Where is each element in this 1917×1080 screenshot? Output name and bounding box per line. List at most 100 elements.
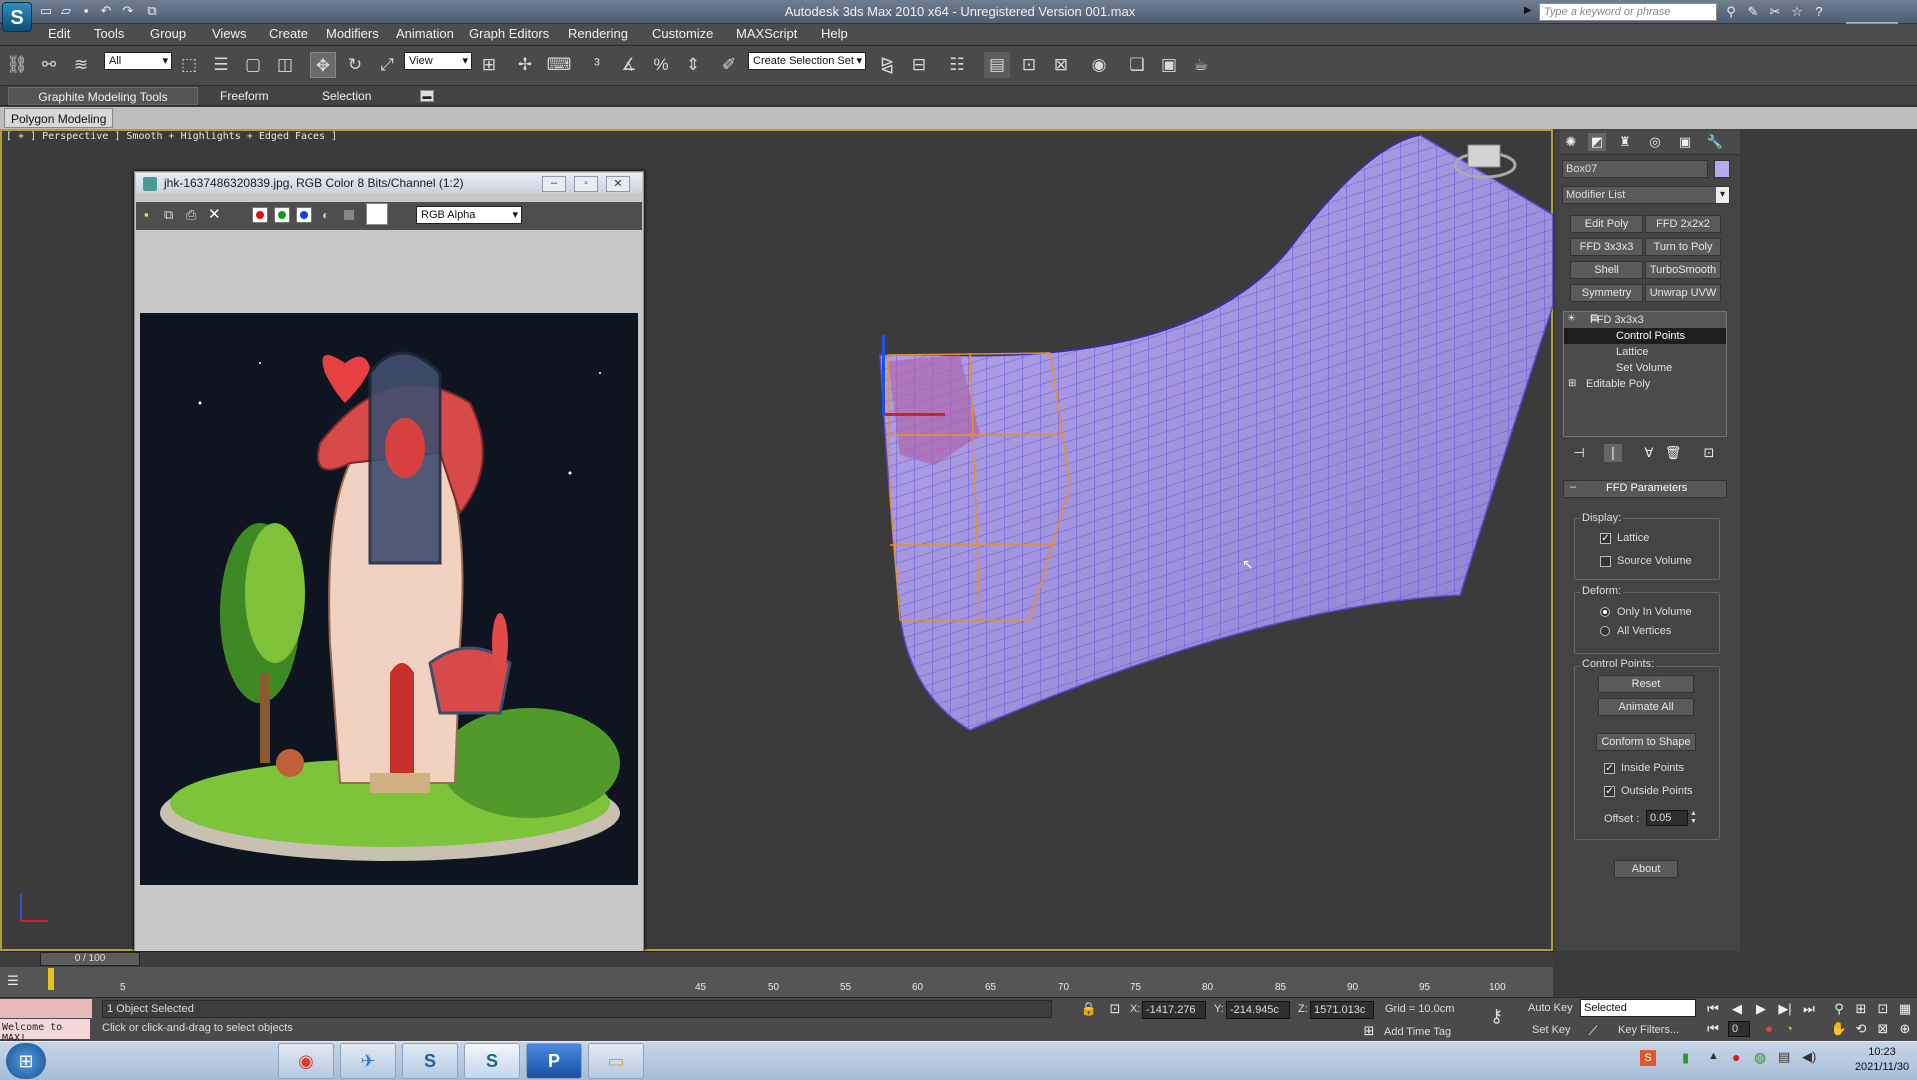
auto-key-button[interactable]: Auto Key: [1528, 1002, 1573, 1014]
conform-to-shape-button[interactable]: Conform to Shape: [1596, 733, 1696, 751]
green-channel-toggle[interactable]: [274, 207, 290, 223]
tab-polygon-modeling[interactable]: Polygon Modeling: [4, 108, 114, 128]
select-and-manipulate-icon[interactable]: ✢: [512, 52, 538, 78]
menu-customize[interactable]: Customize: [652, 26, 713, 41]
configure-sets-icon[interactable]: ⊡: [1700, 444, 1718, 462]
monochrome-icon[interactable]: ◐: [322, 208, 329, 222]
material-editor-icon[interactable]: ◉: [1086, 52, 1112, 78]
help-icon[interactable]: ?: [1810, 3, 1828, 21]
outside-points-checkbox[interactable]: ✓: [1604, 786, 1615, 797]
object-name-field[interactable]: Box07: [1562, 160, 1708, 178]
current-frame-field[interactable]: 0: [1728, 1021, 1750, 1037]
pan-icon[interactable]: ✋: [1830, 1020, 1848, 1038]
modifier-button-turbosmooth[interactable]: TurboSmooth: [1645, 261, 1721, 279]
about-button[interactable]: About: [1614, 860, 1678, 878]
selection-lock-icon[interactable]: 🔒: [1080, 1000, 1098, 1018]
next-frame-icon[interactable]: ▶|: [1776, 1000, 1794, 1018]
motion-tab-icon[interactable]: ◎: [1646, 133, 1664, 151]
tray-input-method-icon[interactable]: S: [1640, 1050, 1656, 1066]
set-key-button[interactable]: Set Key: [1532, 1024, 1571, 1036]
remove-modifier-icon[interactable]: 🗑: [1664, 444, 1682, 462]
default-tangent-icon[interactable]: ⟋: [1584, 1022, 1602, 1040]
create-tab-icon[interactable]: ✺: [1562, 133, 1580, 151]
minimize-button[interactable]: –: [542, 176, 566, 192]
clear-icon[interactable]: ✕: [208, 205, 221, 223]
tray-record-icon[interactable]: ●: [1732, 1049, 1740, 1065]
clone-window-icon[interactable]: ⧉: [164, 207, 173, 223]
taskbar-feiq-icon[interactable]: ✈: [340, 1043, 396, 1079]
play-icon[interactable]: ▶: [1752, 1000, 1770, 1018]
hierarchy-tab-icon[interactable]: ♜: [1616, 133, 1634, 151]
red-channel-toggle[interactable]: [252, 207, 268, 223]
taskbar-clock[interactable]: 10:23 2021/11/30: [1852, 1045, 1912, 1075]
image-window-title[interactable]: jhk-1637486320839.jpg, RGB Color 8 Bits/…: [136, 173, 642, 193]
inside-points-checkbox[interactable]: ✓: [1604, 763, 1615, 774]
maxscript-mini-listener[interactable]: Welcome to MAX!: [0, 1019, 90, 1044]
x-coordinate-field[interactable]: -1417.276: [1142, 1001, 1206, 1019]
source-volume-checkbox[interactable]: [1600, 556, 1611, 567]
orbit-icon[interactable]: ⟲: [1852, 1020, 1870, 1038]
walk-through-icon[interactable]: ⊕: [1896, 1020, 1914, 1038]
maximize-button[interactable]: ▫: [574, 176, 598, 192]
communication-icon[interactable]: ✎: [1744, 3, 1762, 21]
open-mini-curve-editor-icon[interactable]: ☰: [4, 972, 22, 990]
modify-tab-icon[interactable]: ◩: [1588, 133, 1606, 151]
object-color-swatch[interactable]: [1714, 160, 1730, 178]
only-in-volume-radio[interactable]: [1600, 607, 1610, 617]
z-coordinate-field[interactable]: 1571.013c: [1310, 1001, 1374, 1019]
select-and-rotate-icon[interactable]: ↻: [342, 52, 368, 78]
offset-spinner[interactable]: ▲ ▼: [1690, 810, 1700, 826]
modifier-button-turn-to-poly[interactable]: Turn to Poly: [1645, 238, 1721, 256]
key-mode-toggle-icon[interactable]: ⏮: [1704, 1020, 1722, 1038]
key-filters-button[interactable]: Key Filters...: [1618, 1024, 1679, 1036]
select-object-icon[interactable]: ⬚: [176, 52, 202, 78]
alpha-toggle[interactable]: [344, 210, 354, 220]
offset-input[interactable]: 0.05: [1646, 810, 1688, 826]
modifier-button-ffd-3x3x3[interactable]: FFD 3x3x3: [1570, 238, 1643, 256]
zoom-icon[interactable]: ⚲: [1830, 1000, 1848, 1018]
lightbulb-icon[interactable]: ☀: [1567, 313, 1576, 324]
tab-selection[interactable]: Selection: [316, 87, 377, 105]
stack-item-lattice[interactable]: Lattice: [1564, 344, 1726, 360]
key-mode-dropdown[interactable]: Selected: [1580, 999, 1696, 1017]
stack-item-editable-poly[interactable]: Editable Poly: [1564, 376, 1726, 392]
save-image-icon[interactable]: ▪: [144, 207, 149, 222]
favorites-star-icon[interactable]: ☆: [1788, 3, 1806, 21]
mirror-icon[interactable]: ⧎: [874, 52, 900, 78]
print-icon[interactable]: ⎙: [186, 207, 196, 223]
tray-volume-icon[interactable]: ◀): [1802, 1049, 1816, 1065]
selection-filter-dropdown[interactable]: All: [104, 52, 172, 70]
display-tab-icon[interactable]: ▣: [1676, 133, 1694, 151]
collapse-minus-icon[interactable]: ⊟: [1590, 313, 1598, 324]
viewport-label[interactable]: [ + ] Perspective ] Smooth + Highlights …: [6, 131, 337, 142]
select-and-move-icon[interactable]: ✥: [310, 52, 336, 78]
modifier-button-ffd-2x2x2[interactable]: FFD 2x2x2: [1645, 215, 1721, 233]
modifier-button-shell[interactable]: Shell: [1570, 261, 1643, 279]
menu-edit[interactable]: Edit: [48, 26, 70, 41]
menu-maxscript[interactable]: MAXScript: [736, 26, 797, 41]
tray-network-icon[interactable]: ▤: [1778, 1049, 1790, 1065]
menu-graph-editors[interactable]: Graph Editors: [469, 26, 549, 41]
taskbar-chrome-icon[interactable]: ◉: [278, 1043, 334, 1079]
snaps-toggle-icon[interactable]: ³: [584, 52, 610, 78]
time-slider-thumb[interactable]: 0 / 100: [40, 952, 140, 966]
search-expand-icon[interactable]: ▶: [1524, 5, 1532, 16]
maxscript-listener-top[interactable]: [0, 999, 92, 1018]
unlink-icon[interactable]: ⚯: [36, 52, 62, 78]
menu-group[interactable]: Group: [150, 26, 186, 41]
reference-coordinate-dropdown[interactable]: View: [404, 52, 472, 70]
edit-named-selection-icon[interactable]: ✐: [716, 52, 742, 78]
bind-space-warp-icon[interactable]: ≋: [68, 52, 94, 78]
open-file-icon[interactable]: ▱: [58, 3, 74, 19]
named-selection-dropdown[interactable]: Create Selection Set: [748, 52, 866, 70]
taskbar-3dsmax-icon[interactable]: S: [464, 1043, 520, 1079]
modifier-list-arrow-icon[interactable]: ▾: [1716, 187, 1729, 203]
go-to-start-icon[interactable]: ⏮: [1704, 1000, 1722, 1018]
stack-item-ffd-3x3x3[interactable]: FFD 3x3x3: [1564, 312, 1726, 328]
absolute-mode-icon[interactable]: ⊡: [1106, 1000, 1124, 1018]
app-logo-icon[interactable]: S: [2, 2, 32, 32]
search-input[interactable]: Type a keyword or phrase: [1539, 3, 1717, 21]
time-tag-icon[interactable]: ⊞: [1360, 1022, 1378, 1040]
menu-views[interactable]: Views: [212, 26, 246, 41]
tab-graphite-modeling-tools[interactable]: Graphite Modeling Tools: [8, 87, 198, 105]
